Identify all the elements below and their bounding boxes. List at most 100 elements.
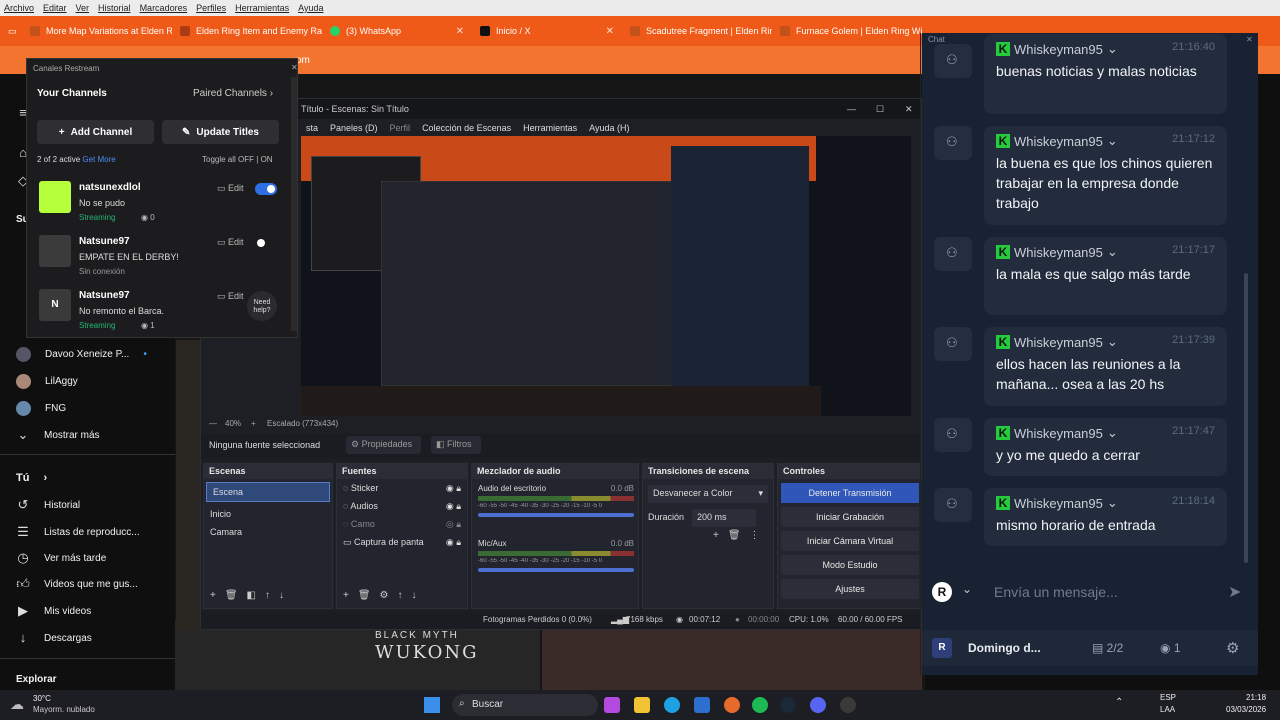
weather-icon[interactable]: ☁ (10, 696, 24, 713)
stop-stream-button[interactable]: Detener Transmisión (781, 483, 919, 503)
duration-input[interactable]: 200 ms (692, 509, 757, 527)
chevron-down-icon[interactable]: ⌄ (962, 582, 972, 596)
update-titles-button[interactable]: ✎ Update Titles (162, 120, 279, 144)
filters-button[interactable]: ◧ Filtros (431, 436, 481, 454)
tab-1[interactable]: More Map Variations at Elden R✕ (22, 20, 172, 42)
menu-coleccion[interactable]: Colección de Escenas (422, 123, 511, 133)
tab-2[interactable]: Elden Ring Item and Enemy Ra✕ (172, 20, 322, 42)
scene-toolbar[interactable]: +🗑︎◧↑↓ (210, 590, 293, 601)
scene-item[interactable]: Escena (206, 482, 330, 502)
show-more-button[interactable]: ⌄ Mostrar más (16, 428, 100, 442)
close-icon[interactable]: ✕ (456, 26, 464, 37)
menu-editar[interactable]: Editar (43, 3, 67, 13)
virtual-camera-button[interactable]: Iniciar Cámara Virtual (781, 531, 919, 551)
channel-davoo[interactable]: Davoo Xeneize P... • (16, 347, 147, 362)
sidebar-item-downloads[interactable]: ↓ Descargas (16, 631, 92, 645)
menu-herramientas[interactable]: Herramientas (235, 3, 289, 13)
need-help-button[interactable]: Need help? (247, 291, 277, 321)
gear-icon[interactable]: ⚙ (1226, 639, 1239, 657)
tab-4[interactable]: Inicio / X ✕ (472, 20, 622, 42)
source-item[interactable]: ◌ Sticker ◉ 🔒︎ (337, 479, 467, 497)
video-thumbnail-1[interactable]: BLACK MYTH WUKONG (175, 620, 540, 690)
scrollbar[interactable] (1244, 273, 1248, 563)
toggle-all[interactable]: Toggle all OFF | ON (202, 155, 273, 164)
scale-select[interactable]: Escalado (773x434) (267, 419, 338, 428)
zoom-out-icon[interactable]: — (209, 419, 217, 428)
spotify-icon[interactable] (752, 697, 768, 713)
volume-slider[interactable] (478, 568, 634, 572)
menu-herramientas[interactable]: Herramientas (523, 123, 577, 133)
close-icon[interactable]: ✕ (291, 63, 298, 72)
get-more-link[interactable]: Get More (82, 155, 115, 164)
menu-marcadores[interactable]: Marcadores (140, 3, 188, 13)
tray-chevron-icon[interactable]: ⌃ (1115, 697, 1123, 708)
copilot-icon[interactable] (604, 697, 620, 713)
discord-icon[interactable] (810, 697, 826, 713)
edge-icon[interactable] (664, 697, 680, 713)
firefox-icon[interactable] (724, 697, 740, 713)
menu-item[interactable]: sta (306, 123, 318, 133)
scrollbar[interactable] (291, 77, 297, 331)
sidebar-item-watch-later[interactable]: ◷ Ver más tarde (16, 551, 106, 565)
zoom-in-icon[interactable]: + (251, 419, 256, 428)
edit-button[interactable]: ▭ Edit (217, 183, 244, 194)
start-recording-button[interactable]: Iniciar Grabación (781, 507, 919, 527)
maximize-icon[interactable]: ☐ (876, 104, 884, 115)
you-header[interactable]: Tú › (16, 472, 47, 484)
menu-ayuda[interactable]: Ayuda (298, 3, 323, 13)
account-name[interactable]: Domingo d... (968, 641, 1041, 655)
channel-lilaggy[interactable]: LilAggy (16, 374, 78, 389)
scene-item[interactable]: Inicio (204, 505, 332, 523)
scene-item[interactable]: Camara (204, 523, 332, 541)
channel-toggle[interactable] (255, 237, 277, 249)
clock-time[interactable]: 21:18 (1246, 693, 1266, 702)
edit-button[interactable]: ▭ Edit (217, 291, 244, 302)
close-icon[interactable]: ✕ (1246, 35, 1253, 44)
menu-perfil[interactable]: Perfil (390, 123, 411, 133)
tab-3[interactable]: (3) WhatsApp ✕ (322, 20, 472, 42)
add-channel-button[interactable]: + Add Channel (37, 120, 154, 144)
sidebar-item-playlists[interactable]: ☰ Listas de reproducc... (16, 525, 139, 539)
edit-button[interactable]: ▭ Edit (217, 237, 244, 248)
channel-toggle[interactable] (255, 183, 277, 195)
tab-6[interactable]: Furnace Golem | Elden Ring Wi (772, 20, 922, 42)
sidebar-item-my-videos[interactable]: ▶ Mis videos (16, 604, 91, 618)
menu-archivo[interactable]: Archivo (4, 3, 34, 13)
steam-icon[interactable] (780, 697, 796, 713)
source-item[interactable]: ▭ Captura de panta ◉ 🔒︎ (337, 533, 467, 552)
source-toolbar[interactable]: +🗑︎⚙↑↓ (343, 590, 426, 601)
paired-channels-link[interactable]: Paired Channels › (193, 88, 273, 99)
sidebar-item-historial[interactable]: ↺ Historial (16, 498, 81, 512)
obs-preview-canvas[interactable] (301, 136, 911, 416)
transition-toolbar[interactable]: +🗑︎⋮ (713, 530, 769, 541)
close-icon[interactable]: ✕ (905, 104, 913, 115)
menu-ver[interactable]: Ver (76, 3, 90, 13)
obs-icon[interactable] (840, 697, 856, 713)
file-explorer-icon[interactable] (634, 697, 650, 713)
taskbar-search[interactable]: ⌕ Buscar (452, 694, 598, 716)
tab-5[interactable]: Scadutree Fragment | Elden Rin✕ (622, 20, 772, 42)
menu-paneles[interactable]: Paneles (D) (330, 123, 378, 133)
send-icon[interactable]: ➤ (1228, 582, 1241, 602)
settings-button[interactable]: Ajustes (781, 579, 919, 599)
close-icon[interactable]: ✕ (606, 26, 614, 37)
menu-perfiles[interactable]: Perfiles (196, 3, 226, 13)
transition-select[interactable]: Desvanecer a Color ▾ (648, 485, 768, 503)
windows-start-icon[interactable] (424, 697, 440, 713)
menu-historial[interactable]: Historial (98, 3, 131, 13)
video-thumbnail-2[interactable] (542, 620, 922, 690)
channel-fng[interactable]: FNG (16, 401, 66, 416)
minimize-icon[interactable]: — (847, 104, 856, 114)
studio-mode-button[interactable]: Modo Estudio (781, 555, 919, 575)
menu-ayuda[interactable]: Ayuda (H) (589, 123, 629, 133)
restream-logo-icon[interactable]: R (932, 582, 952, 602)
outlook-icon[interactable] (694, 697, 710, 713)
source-item[interactable]: ◌ Audios ◉ 🔒︎ (337, 497, 467, 515)
language-indicator[interactable]: ESP (1160, 693, 1176, 702)
volume-slider[interactable] (478, 513, 634, 517)
clock-date[interactable]: 03/03/2026 (1226, 705, 1266, 714)
tab-list-icon[interactable]: ▭ (0, 20, 22, 42)
chat-message-input[interactable]: Envía un mensaje... (994, 584, 1118, 600)
sidebar-item-liked[interactable]: 👍︎ Videos que me gus... (16, 577, 138, 591)
properties-button[interactable]: ⚙ Propiedades (346, 436, 421, 454)
